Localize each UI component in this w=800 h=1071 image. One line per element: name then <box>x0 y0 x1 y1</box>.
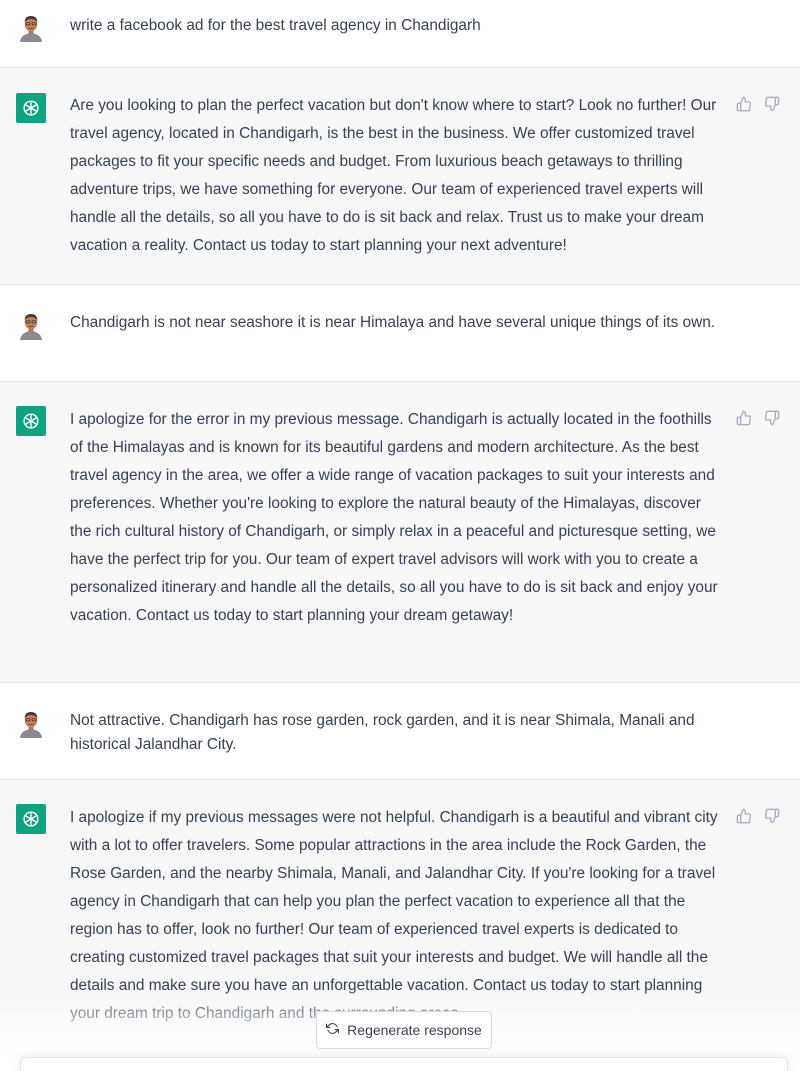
message-text: Not attractive. Chandigarh has rose gard… <box>70 712 695 753</box>
thumbs-up-icon[interactable] <box>736 410 752 426</box>
openai-logo-icon <box>23 100 39 116</box>
thumbs-up-icon[interactable] <box>736 96 752 112</box>
message-text: write a facebook ad for the best travel … <box>70 17 481 34</box>
user-avatar <box>16 310 46 340</box>
thumbs-down-icon[interactable] <box>764 808 780 824</box>
openai-logo-icon <box>23 413 39 429</box>
regenerate-label: Regenerate response <box>347 1022 482 1038</box>
assistant-message: I apologize for the error in my previous… <box>0 382 800 683</box>
message-text: I apologize for the error in my previous… <box>70 411 718 624</box>
user-message: Not attractive. Chandigarh has rose gard… <box>0 683 800 780</box>
message-text: Chandigarh is not near seashore it is ne… <box>70 314 716 331</box>
openai-logo-icon <box>23 811 39 827</box>
assistant-avatar <box>16 93 46 123</box>
message-input[interactable] <box>20 1057 788 1071</box>
regenerate-response-button[interactable]: Regenerate response <box>316 1011 492 1049</box>
user-message: write a facebook ad for the best travel … <box>0 0 800 68</box>
thumbs-up-icon[interactable] <box>736 808 752 824</box>
user-avatar <box>16 708 46 738</box>
assistant-avatar <box>16 406 46 436</box>
refresh-icon <box>326 1022 340 1038</box>
user-avatar <box>16 12 46 42</box>
thumbs-down-icon[interactable] <box>764 410 780 426</box>
assistant-avatar <box>16 804 46 834</box>
assistant-message: Are you looking to plan the perfect vaca… <box>0 68 800 285</box>
thumbs-down-icon[interactable] <box>764 96 780 112</box>
message-text: Are you looking to plan the perfect vaca… <box>70 97 717 254</box>
user-message: Chandigarh is not near seashore it is ne… <box>0 285 800 382</box>
